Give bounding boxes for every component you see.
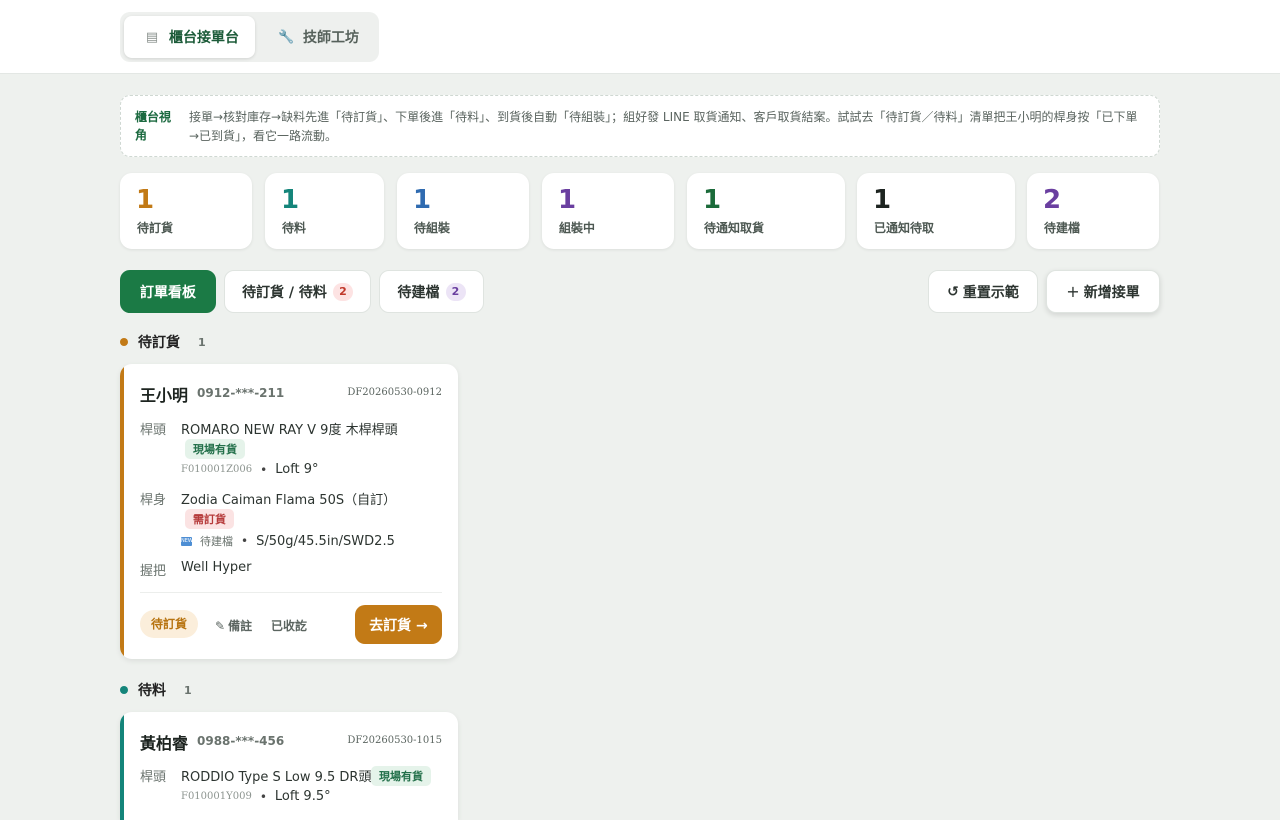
- head-code: F010001Z006: [181, 464, 253, 475]
- tab-to-register[interactable]: 待建檔 2: [379, 270, 484, 313]
- column-title: 待訂貨: [138, 335, 180, 351]
- head-value: ROMARO NEW RAY V 9度 木桿桿頭: [181, 423, 398, 438]
- separator: •: [241, 534, 249, 548]
- order-card[interactable]: 黃柏睿 0988-***-456 DF20260530-1015 桿頭 RODD…: [120, 712, 458, 820]
- head-spec-row: F010001Y009 • Loft 9.5°: [181, 789, 331, 804]
- note-label: 備註: [228, 619, 253, 633]
- notice-label: 櫃台視角: [135, 110, 172, 142]
- stat-card-to-register[interactable]: 2 待建檔: [1027, 173, 1159, 249]
- go-order-button[interactable]: 去訂貨 →: [355, 605, 442, 644]
- tab-workshop[interactable]: 🔧 技師工坊: [260, 16, 375, 58]
- shaft-spec: S/50g/45.5in/SWD2.5: [256, 533, 395, 549]
- stat-value: 2: [1043, 185, 1062, 215]
- head-code: F010001Y009: [181, 791, 252, 802]
- divider: [140, 592, 442, 593]
- stat-card-to-assemble[interactable]: 1 待組裝: [397, 173, 529, 249]
- customer-phone: 0988-***-456: [197, 734, 285, 748]
- head-tag-row: 現場有貨: [185, 439, 245, 459]
- stat-label: 待料: [282, 221, 307, 235]
- pencil-icon: ✎: [215, 619, 226, 633]
- reset-icon: ↺: [947, 283, 959, 300]
- reset-demo-button[interactable]: ↺ 重置示範: [928, 270, 1038, 313]
- tab-pending-orders[interactable]: 待訂貨 / 待料 2: [224, 270, 371, 313]
- status-dot: [120, 338, 128, 346]
- stat-label: 已通知待取: [874, 221, 935, 235]
- register-count-badge: 2: [445, 282, 466, 301]
- pending-register-text: 待建檔: [200, 535, 233, 548]
- info-notice: 櫃台視角 接單→核對庫存→缺料先進「待訂貨」、下單後進「待料」、到貨後自動「待組…: [120, 95, 1160, 157]
- grip-label: 握把: [140, 564, 167, 579]
- reset-demo-label: 重置示範: [962, 284, 1019, 301]
- stat-value: 1: [558, 185, 577, 215]
- need-order-tag: 需訂貨: [185, 509, 234, 529]
- stat-card-assembling[interactable]: 1 組裝中: [542, 173, 674, 249]
- tab-order-board-label: 訂單看板: [140, 284, 196, 301]
- column-header-awaiting-parts: 待料 1: [120, 680, 192, 700]
- shaft-value: Zodia Caiman Flama 50S（自訂）: [181, 493, 397, 508]
- head-value: RODDIO Type S Low 9.5 DR頭: [181, 770, 372, 785]
- new-order-button[interactable]: + 新增接單: [1046, 270, 1160, 313]
- stat-card-to-notify[interactable]: 1 待通知取貨: [687, 173, 845, 249]
- stat-label: 待建檔: [1044, 221, 1081, 235]
- stat-label: 待組裝: [414, 221, 451, 235]
- head-tag-row: 現場有貨: [371, 766, 431, 786]
- order-number: DF20260530-1015: [347, 735, 442, 746]
- stat-label: 組裝中: [559, 221, 596, 235]
- plus-icon: +: [1066, 282, 1080, 301]
- stat-card-notified[interactable]: 1 已通知待取: [857, 173, 1015, 249]
- paid-status: 已收訖: [271, 619, 308, 633]
- column-header-to-order: 待訂貨 1: [120, 332, 206, 352]
- tab-register-label: 待建檔: [397, 284, 440, 301]
- customer-name: 王小明: [140, 386, 189, 405]
- wrench-icon: 🔧: [278, 29, 295, 45]
- tab-workshop-label: 技師工坊: [303, 30, 359, 46]
- order-number: DF20260530-0912: [347, 387, 442, 398]
- in-stock-tag: 現場有貨: [185, 439, 245, 459]
- document-icon: ▤: [145, 29, 159, 45]
- stat-value: 1: [703, 185, 722, 215]
- head-label: 桿頭: [140, 423, 167, 438]
- notice-text: 接單→核對庫存→缺料先進「待訂貨」、下單後進「待料」、到貨後自動「待組裝」；組好…: [189, 110, 1138, 143]
- status-dot: [120, 686, 128, 694]
- top-bar: ▤ 櫃台接單台 🔧 技師工坊: [0, 0, 1280, 74]
- tab-pending-label: 待訂貨 / 待料: [242, 284, 327, 301]
- in-stock-tag: 現場有貨: [371, 766, 431, 786]
- separator: •: [260, 462, 268, 477]
- column-count: 1: [184, 683, 192, 697]
- head-spec: Loft 9°: [275, 462, 319, 477]
- head-label: 桿頭: [140, 770, 167, 785]
- column-count: 1: [198, 335, 206, 349]
- status-badge: 待訂貨: [140, 610, 199, 638]
- stat-label: 待訂貨: [137, 221, 174, 235]
- new-order-label: 新增接單: [1083, 284, 1140, 301]
- view-switcher: ▤ 櫃台接單台 🔧 技師工坊: [120, 12, 379, 62]
- note-button[interactable]: ✎ 備註: [215, 617, 252, 634]
- stat-card-awaiting-parts[interactable]: 1 待料: [265, 173, 384, 249]
- stat-value: 1: [873, 185, 892, 215]
- stat-label: 待通知取貨: [704, 221, 765, 235]
- tab-order-board[interactable]: 訂單看板: [120, 270, 216, 313]
- customer-phone: 0912-***-211: [197, 386, 285, 400]
- pending-count-badge: 2: [332, 282, 353, 301]
- order-card[interactable]: 王小明 0912-***-211 DF20260530-0912 桿頭 ROMA…: [120, 364, 458, 659]
- status-bar: [120, 712, 124, 820]
- stat-value: 1: [413, 185, 432, 215]
- column-title: 待料: [138, 683, 166, 699]
- tab-counter-desk[interactable]: ▤ 櫃台接單台: [124, 16, 255, 58]
- stat-value: 1: [136, 185, 155, 215]
- shaft-spec-row: NEW 待建檔 • S/50g/45.5in/SWD2.5: [181, 533, 395, 549]
- separator: •: [259, 789, 267, 804]
- stat-card-to-order[interactable]: 1 待訂貨: [120, 173, 252, 249]
- shaft-tag-row: 需訂貨: [185, 509, 234, 529]
- tab-counter-desk-label: 櫃台接單台: [169, 30, 239, 46]
- status-bar: [120, 364, 124, 659]
- customer-name: 黃柏睿: [140, 734, 189, 753]
- shaft-label: 桿身: [140, 493, 167, 508]
- stat-value: 1: [281, 185, 300, 215]
- grip-value: Well Hyper: [181, 560, 252, 575]
- head-spec: Loft 9.5°: [274, 789, 331, 804]
- new-icon: NEW: [181, 536, 193, 546]
- head-spec-row: F010001Z006 • Loft 9°: [181, 462, 319, 477]
